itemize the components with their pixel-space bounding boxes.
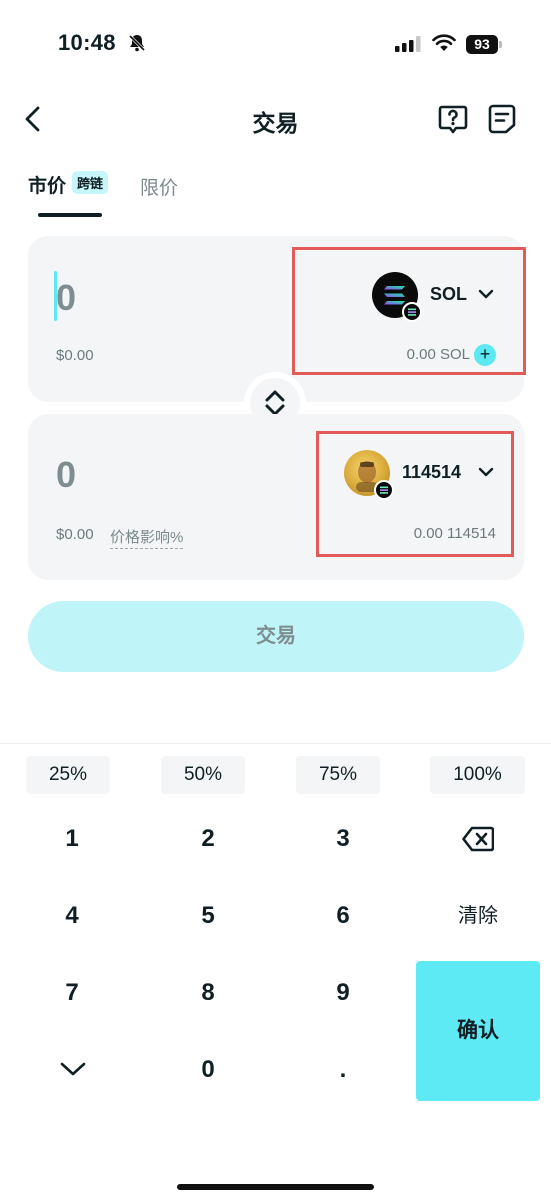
cellular-signal-icon [395,36,421,52]
cross-chain-badge: 跨链 [72,171,109,194]
percent-100-button[interactable]: 100% [430,756,525,794]
key-9[interactable]: 9 [303,968,383,1018]
tab-limit[interactable]: 限价 [140,173,178,200]
to-amount-value: 0 [56,454,77,495]
key-0[interactable]: 0 [168,1045,248,1095]
orders-list-icon[interactable] [486,103,518,135]
percent-25-button[interactable]: 25% [26,756,110,794]
key-5[interactable]: 5 [168,891,248,941]
highlight-box-to-token [316,431,514,557]
trade-button[interactable]: 交易 [28,601,524,672]
key-7[interactable]: 7 [32,968,112,1018]
status-time: 10:48 [58,30,116,55]
bell-muted-icon [128,34,146,52]
battery-indicator: 93 [466,35,498,54]
key-3[interactable]: 3 [303,814,383,864]
price-impact-label[interactable]: 价格影响% [110,526,184,549]
key-2[interactable]: 2 [168,814,248,864]
active-tab-indicator [38,213,102,217]
confirm-button[interactable]: 确认 [416,961,540,1101]
key-decimal[interactable]: . [303,1045,383,1095]
collapse-keyboard-chevron-icon[interactable] [58,1058,88,1080]
highlight-box-from-token [292,247,526,375]
key-8[interactable]: 8 [168,968,248,1018]
percent-50-button[interactable]: 50% [161,756,245,794]
to-usd-value: $0.00 [56,526,94,543]
keyboard-divider [0,743,551,744]
key-4[interactable]: 4 [32,891,112,941]
home-indicator [177,1184,374,1190]
wifi-icon [432,34,456,51]
help-icon[interactable] [437,103,469,135]
backspace-icon[interactable] [462,826,494,852]
from-amount-input[interactable]: 0 [56,277,76,319]
clear-button[interactable]: 清除 [438,891,518,941]
key-1[interactable]: 1 [32,814,112,864]
battery-nub [499,41,502,48]
key-6[interactable]: 6 [303,891,383,941]
tab-market[interactable]: 市价 [28,171,66,198]
percent-75-button[interactable]: 75% [296,756,380,794]
from-usd-value: $0.00 [56,347,94,364]
